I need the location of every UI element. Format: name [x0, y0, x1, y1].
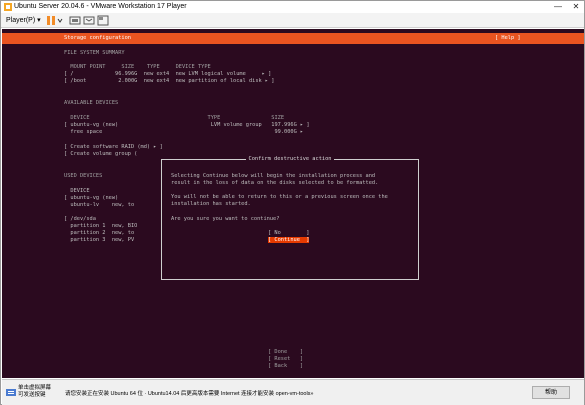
dialog-text-line2: result in the loss of data on the disks …	[171, 180, 379, 186]
fullscreen-icon[interactable]	[83, 15, 95, 26]
used-line[interactable]: partition 2 new, to	[64, 230, 134, 236]
installer-title: Storage configuration	[64, 35, 131, 41]
no-button[interactable]: [ No ]	[268, 230, 309, 236]
status-message: 请您安装正在安装 Ubuntu 64 位 · Ubuntu14.04 后更高版本…	[65, 391, 314, 397]
create-vg-button[interactable]: [ Create volume group (	[64, 151, 153, 157]
send-ctrl-alt-del-icon[interactable]	[69, 15, 81, 26]
used-line[interactable]: [ ubuntu-vg (new)	[64, 195, 118, 201]
avail-row-free[interactable]: free space 99.000G ▸	[64, 129, 303, 135]
used-line[interactable]: partition 1 new, BIO	[64, 223, 137, 229]
title-bar: Ubuntu Server 20.04.6 - VMware Workstati…	[1, 1, 584, 13]
vmware-app-icon	[4, 3, 12, 11]
player-toolbar: Player(P) ▾	[1, 13, 584, 28]
vmware-window: Ubuntu Server 20.04.6 - VMware Workstati…	[0, 0, 585, 405]
continue-button[interactable]: [ Continue ]	[268, 237, 310, 243]
dialog-text-line3: You will not be able to return to this o…	[171, 194, 388, 200]
used-line[interactable]: partition 3 new, PV	[64, 237, 134, 243]
help-button[interactable]: [ Help ]	[495, 33, 521, 44]
confirm-dialog: Confirm destructive action Selecting Con…	[161, 156, 419, 280]
reset-button[interactable]: [ Reset ]	[268, 356, 303, 362]
available-columns: DEVICE TYPE SIZE	[64, 115, 285, 121]
used-line[interactable]: ubuntu-lv new, to	[64, 202, 134, 208]
unity-mode-icon[interactable]	[97, 15, 109, 26]
click-hint-line1: 单击虚拟屏幕	[18, 385, 52, 391]
click-hint: 单击虚拟屏幕 可发送按键	[18, 385, 51, 399]
status-bar: 单击虚拟屏幕 可发送按键 请您安装正在安装 Ubuntu 64 位 · Ubun…	[2, 379, 584, 405]
avail-row-vg[interactable]: [ ubuntu-vg (new) LVM volume group 197.9…	[64, 122, 310, 128]
dialog-text-line4: installation has started.	[171, 201, 251, 207]
back-button[interactable]: [ Back ]	[268, 363, 303, 369]
vm-console[interactable]: Storage configuration [ Help ] FILE SYST…	[2, 29, 584, 378]
window-title: Ubuntu Server 20.04.6 - VMware Workstati…	[14, 3, 187, 10]
pause-icon[interactable]	[45, 15, 57, 26]
fs-summary-heading: FILE SYSTEM SUMMARY	[64, 50, 125, 56]
used-devices-heading: USED DEVICES	[64, 173, 103, 179]
keyboard-hint-icon	[6, 389, 16, 396]
dialog-text-line1: Selecting Continue below will begin the …	[171, 173, 376, 179]
used-line[interactable]: [ /dev/sda	[64, 216, 96, 222]
available-devices-heading: AVAILABLE DEVICES	[64, 100, 119, 106]
fs-summary-columns: MOUNT POINT SIZE TYPE DEVICE TYPE	[64, 64, 211, 70]
player-menu[interactable]: Player(P) ▾	[6, 15, 41, 26]
used-line: DEVICE	[64, 188, 90, 194]
create-raid-button[interactable]: [ Create software RAID (md) ▸ ]	[64, 144, 163, 150]
dialog-question: Are you sure you want to continue?	[171, 216, 280, 222]
close-button[interactable]: ✕	[567, 1, 585, 13]
click-hint-line2: 可发送按键	[18, 392, 46, 398]
fs-row-boot[interactable]: [ /boot 2.000G new ext4 new partition of…	[64, 78, 274, 84]
pause-dropdown-icon[interactable]	[57, 15, 63, 26]
installer-header: Storage configuration [ Help ]	[2, 33, 584, 44]
fs-row-root[interactable]: [ / 96.996G new ext4 new LVM logical vol…	[64, 71, 271, 77]
help-button-status[interactable]: 帮助	[532, 386, 570, 399]
dialog-title: Confirm destructive action	[245, 156, 335, 162]
minimize-button[interactable]: —	[549, 1, 567, 13]
done-button[interactable]: [ Done ]	[268, 349, 303, 355]
